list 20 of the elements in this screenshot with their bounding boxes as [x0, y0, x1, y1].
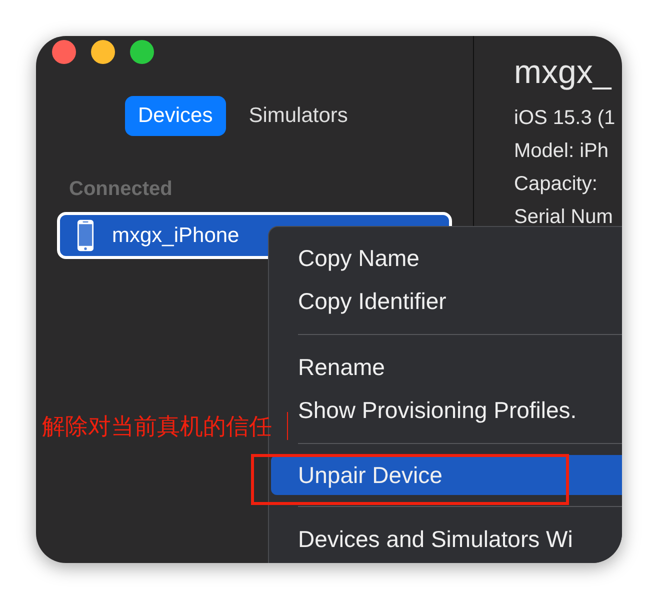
menu-item[interactable]: Show Provisioning Profiles.	[271, 389, 622, 432]
menu-item[interactable]: Copy Identifier	[271, 280, 622, 323]
tab[interactable]: Simulators	[236, 96, 361, 136]
device-info: Serial Num	[514, 206, 614, 230]
annotation-label: 解除对当前真机的信任	[42, 412, 272, 441]
device-info: Capacity:	[514, 173, 598, 197]
device-title: mxgx_	[514, 53, 613, 91]
minimize-button[interactable]	[91, 40, 115, 64]
tab[interactable]: Devices	[125, 96, 226, 136]
device-info: iOS 15.3 (1	[514, 107, 616, 131]
zoom-button[interactable]	[130, 40, 154, 64]
text-cursor	[287, 412, 288, 440]
phone-icon	[77, 219, 94, 252]
device-info: Model: iPh	[514, 140, 610, 164]
menu-item[interactable]: Rename	[271, 346, 622, 389]
menu-item[interactable]: Unpair Device	[271, 455, 622, 495]
device-name: mxgx_iPhone	[112, 224, 240, 248]
close-button[interactable]	[52, 40, 76, 64]
section-heading: Connected	[69, 178, 174, 201]
menu-item[interactable]: Devices and Simulators Wi	[271, 518, 622, 561]
